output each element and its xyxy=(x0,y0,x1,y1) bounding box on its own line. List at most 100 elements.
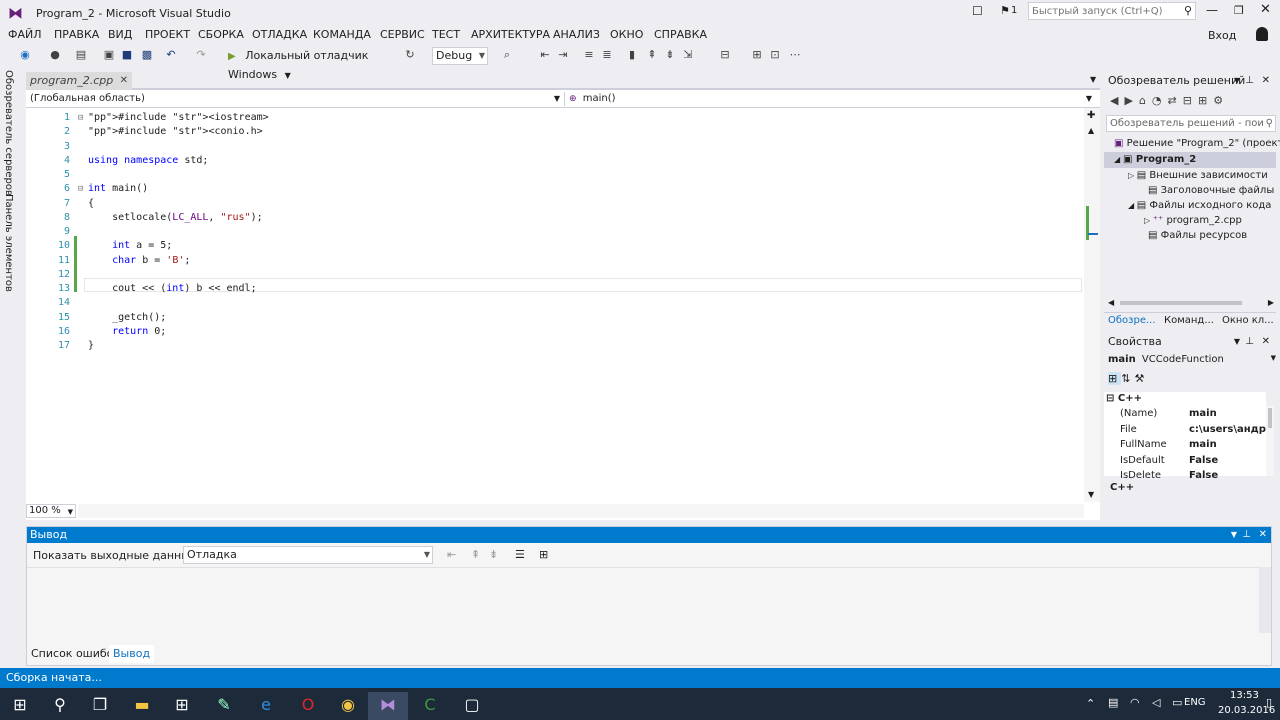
code-line[interactable]: 7{ xyxy=(26,197,1086,211)
code-line[interactable]: 11 char b = 'B'; xyxy=(26,254,1086,268)
window-layout-icon[interactable]: ⊞ xyxy=(750,48,764,62)
new-project-icon[interactable]: ▤ xyxy=(74,48,88,62)
quick-launch-box[interactable]: ⚲ xyxy=(1028,2,1196,20)
feedback-icon[interactable]: ☐ xyxy=(972,4,983,18)
close-icon[interactable]: ✕ xyxy=(1262,333,1270,351)
history-icon[interactable]: ◔ xyxy=(1152,94,1168,107)
close-button[interactable]: ✕ xyxy=(1260,2,1271,17)
forward-icon[interactable]: ▶ xyxy=(1124,94,1138,107)
undo-icon[interactable]: ↶ xyxy=(164,48,178,62)
fold-icon[interactable]: ⊟ xyxy=(78,111,83,125)
categorized-icon[interactable]: ⊞ xyxy=(1108,372,1122,385)
chevron-down-icon[interactable]: ▼ xyxy=(1234,72,1240,90)
configuration-select[interactable]: Debug ▼ xyxy=(432,47,488,65)
pin-icon[interactable]: ⊥ xyxy=(1242,527,1251,543)
notepad-icon[interactable]: ✎ xyxy=(204,692,244,720)
code-line[interactable]: 10 int a = 5; xyxy=(26,239,1086,253)
search-icon[interactable]: ⚲ xyxy=(1266,116,1273,131)
property-pages-icon[interactable]: ⚒ xyxy=(1134,372,1148,385)
people-icon[interactable]: ⌃ xyxy=(1086,697,1095,710)
search-icon[interactable]: ⚲ xyxy=(1184,4,1192,17)
indent-icon[interactable]: ⇤ xyxy=(538,48,552,62)
tab-error-list[interactable]: Список ошибок xyxy=(31,645,120,663)
menu-item-9[interactable]: АРХИТЕКТУРА xyxy=(471,28,550,41)
tree-program-2-cpp[interactable]: ▷ ⁺⁺ program_2.cpp xyxy=(1144,215,1242,226)
menu-item-0[interactable]: ФАЙЛ xyxy=(8,28,42,41)
code-line[interactable]: 14 xyxy=(26,296,1086,310)
clear-bookmarks-icon[interactable]: ⊟ xyxy=(718,48,732,62)
windows-start-icon[interactable]: ⊞ xyxy=(0,692,40,720)
tree-header-files[interactable]: ▤ Заголовочные файлы xyxy=(1148,185,1274,196)
scroll-down-icon[interactable]: ▼ xyxy=(1088,490,1094,499)
volume-icon[interactable]: ◁ xyxy=(1152,696,1160,709)
code-line[interactable]: 4 using namespace std; xyxy=(26,154,1086,168)
chevron-down-icon[interactable]: ▼ xyxy=(1234,333,1240,351)
back-icon[interactable]: ◉ xyxy=(18,48,32,62)
back-icon[interactable]: ◀ xyxy=(1110,94,1124,107)
code-line[interactable]: 15 _getch(); xyxy=(26,311,1086,325)
network-icon[interactable]: ▤ xyxy=(1108,696,1118,709)
redo-icon[interactable]: ↷ xyxy=(194,48,208,62)
solution-search[interactable]: Обозреватель решений - пои ⚲ xyxy=(1106,115,1276,132)
menu-item-7[interactable]: СЕРВИС xyxy=(380,28,425,41)
menu-item-3[interactable]: ПРОЕКТ xyxy=(145,28,190,41)
file-explorer-icon[interactable]: ▬ xyxy=(122,692,162,720)
output-source-select[interactable]: Отладка ▼ xyxy=(183,546,433,564)
next-bookmark-icon[interactable]: ⇟ xyxy=(663,48,677,62)
code-line[interactable]: 9 xyxy=(26,225,1086,239)
output-vscroll[interactable] xyxy=(1259,567,1271,633)
toolbar-options-icon[interactable]: ⋯ xyxy=(788,48,802,62)
next-message-icon[interactable]: ⇟ xyxy=(489,548,498,561)
chrome-icon[interactable]: ◉ xyxy=(328,692,368,720)
tree-solution[interactable]: ▣ Решение "Program_2" (проекто xyxy=(1114,138,1280,149)
prev-bookmark-icon[interactable]: ⇞ xyxy=(645,48,659,62)
forward-icon[interactable]: ● xyxy=(48,48,62,62)
opera-icon[interactable]: O xyxy=(288,692,328,720)
tab-team[interactable]: Команд... xyxy=(1164,313,1214,329)
expand-icon[interactable]: ▷ xyxy=(1144,216,1153,225)
code-editor[interactable]: (Глобальная область) ▼ ⊕ main() ▼ 1 ⊟ "pp"… xyxy=(26,90,1100,520)
wifi-icon[interactable]: ◠ xyxy=(1130,696,1140,709)
next-bookmark-folder-icon[interactable]: ⇲ xyxy=(681,48,695,62)
fold-icon[interactable]: ⊟ xyxy=(78,182,83,196)
code-line[interactable]: 8 setlocale(LC_ALL, "rus"); xyxy=(26,211,1086,225)
scroll-thumb[interactable] xyxy=(1268,408,1272,428)
edge-icon[interactable]: e xyxy=(246,692,286,720)
alphabetical-icon[interactable]: ⇅ xyxy=(1121,372,1134,385)
collapse-icon[interactable]: ◢ xyxy=(1128,201,1137,210)
word-wrap-icon[interactable]: ⊞ xyxy=(539,548,548,561)
settings-icon[interactable]: ⚙ xyxy=(1213,94,1229,107)
scroll-right-icon[interactable]: ▶ xyxy=(1268,298,1274,307)
menu-item-8[interactable]: ТЕСТ xyxy=(432,28,460,41)
scope-dropdown[interactable]: (Глобальная область) ▼ xyxy=(30,92,560,106)
properties-vscroll[interactable] xyxy=(1266,406,1274,476)
toolbox-tab[interactable]: Панель элементов xyxy=(3,194,14,292)
save-all-icon[interactable]: ▩ xyxy=(140,48,154,62)
close-icon[interactable]: ✕ xyxy=(1259,527,1267,543)
code-line[interactable]: 1 ⊟ "pp">#include "str"><iostream> xyxy=(26,111,1086,125)
clock-time[interactable]: 13:53 xyxy=(1230,690,1259,701)
close-icon[interactable]: ✕ xyxy=(1262,72,1270,90)
properties-icon[interactable]: ⊞ xyxy=(1198,94,1213,107)
notification-flag-icon[interactable]: ⚑ xyxy=(1000,4,1010,17)
language-indicator[interactable]: ENG xyxy=(1184,697,1206,708)
zoom-select[interactable]: 100 % ▼ xyxy=(26,504,76,518)
menu-item-11[interactable]: ОКНО xyxy=(610,28,643,41)
split-icon[interactable]: ✚ xyxy=(1087,110,1095,121)
property-row[interactable]: IsDefault False xyxy=(1104,455,1266,470)
close-icon[interactable]: ✕ xyxy=(120,72,128,90)
category-cpp[interactable]: ⊟ C++ xyxy=(1106,393,1142,404)
vertical-scrollbar[interactable]: ✚ ▲ ▼ xyxy=(1084,108,1100,502)
bookmark-icon[interactable]: ▮ xyxy=(625,48,639,62)
output-text-area[interactable] xyxy=(27,567,1271,633)
tab-solution-explorer[interactable]: Обозре... xyxy=(1108,313,1156,329)
menu-item-1[interactable]: ПРАВКА xyxy=(54,28,99,41)
collapse-icon[interactable]: ⊟ xyxy=(1183,94,1198,107)
menu-item-10[interactable]: АНАЛИЗ xyxy=(553,28,600,41)
find-message-icon[interactable]: ⇤ xyxy=(447,548,456,561)
maximize-button[interactable]: ❐ xyxy=(1234,4,1244,17)
code-line[interactable]: 13 cout << (int) b << endl; xyxy=(26,282,1086,296)
function-dropdown[interactable]: ⊕ main() ▼ xyxy=(564,92,1094,106)
horizontal-scrollbar[interactable] xyxy=(78,504,1084,518)
outdent-icon[interactable]: ⇥ xyxy=(556,48,570,62)
